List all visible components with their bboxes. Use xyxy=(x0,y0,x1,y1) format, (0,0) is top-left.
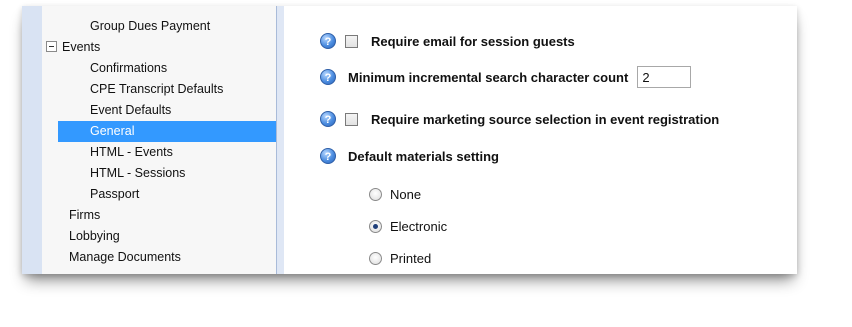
tree-item-manage-documents[interactable]: Manage Documents xyxy=(69,247,181,268)
tree-item-label: Group Dues Payment xyxy=(90,19,211,33)
setting-row-default-materials: ? Default materials setting xyxy=(320,144,499,168)
help-icon[interactable]: ? xyxy=(320,111,336,127)
setting-row-require-marketing: ? Require marketing source selection in … xyxy=(320,107,719,131)
outer-panel-strip xyxy=(22,6,43,274)
setting-row-min-search-count: ? Minimum incremental search character c… xyxy=(320,65,692,89)
tree-item-event-defaults[interactable]: Event Defaults xyxy=(90,100,171,121)
radio-printed[interactable] xyxy=(369,251,382,265)
tree-item-events[interactable]: Events xyxy=(46,37,100,58)
tree-item-label: HTML - Sessions xyxy=(90,166,186,180)
tree-item-label: Lobbying xyxy=(69,229,120,243)
general-settings-panel: ? Require email for session guests ? Min… xyxy=(284,6,797,274)
tree-item-passport[interactable]: Passport xyxy=(90,184,139,205)
radio-option-none[interactable]: None xyxy=(369,182,421,206)
radio-label: None xyxy=(390,186,422,202)
collapse-toggle-icon[interactable] xyxy=(46,41,57,53)
tree-item-cpe-transcript-defaults[interactable]: CPE Transcript Defaults xyxy=(90,79,223,100)
setting-label: Default materials setting xyxy=(348,148,499,164)
tree-item-html-events[interactable]: HTML - Events xyxy=(90,142,173,163)
tree-item-group-dues-payment[interactable]: Group Dues Payment xyxy=(90,16,210,37)
tree-item-label: General xyxy=(90,124,135,138)
setting-label: Minimum incremental search character cou… xyxy=(348,69,629,85)
tree-item-html-sessions[interactable]: HTML - Sessions xyxy=(90,163,185,184)
tree-item-lobbying[interactable]: Lobbying xyxy=(69,226,120,247)
tree-item-label: Event Defaults xyxy=(90,103,172,117)
tree-item-label: Confirmations xyxy=(90,61,168,75)
tree-item-label: Manage Documents xyxy=(69,250,181,264)
radio-option-electronic[interactable]: Electronic xyxy=(369,214,447,238)
help-icon[interactable]: ? xyxy=(320,69,336,85)
radio-electronic[interactable] xyxy=(369,219,382,233)
min-search-count-input[interactable] xyxy=(637,66,692,88)
radio-option-printed[interactable]: Printed xyxy=(369,246,431,270)
settings-tree-sidebar: Group Dues Payment Events Confirmations … xyxy=(42,6,277,274)
require-marketing-checkbox[interactable] xyxy=(345,112,358,126)
tree-item-label: CPE Transcript Defaults xyxy=(90,82,224,96)
tree-item-confirmations[interactable]: Confirmations xyxy=(90,58,167,79)
tree-item-label: HTML - Events xyxy=(90,145,173,159)
help-icon[interactable]: ? xyxy=(320,148,336,164)
tree-item-label: Passport xyxy=(90,187,140,201)
tree-item-label: Firms xyxy=(69,208,101,222)
radio-label: Electronic xyxy=(390,218,448,234)
tree-item-firms[interactable]: Firms xyxy=(69,205,100,226)
radio-none[interactable] xyxy=(369,187,382,201)
setting-label: Require marketing source selection in ev… xyxy=(371,111,720,127)
tree-item-general[interactable]: General xyxy=(58,121,276,142)
tree-item-label: Events xyxy=(62,40,101,54)
help-icon[interactable]: ? xyxy=(320,33,336,49)
setting-row-require-email: ? Require email for session guests xyxy=(320,29,575,53)
radio-label: Printed xyxy=(390,250,432,266)
settings-window: Group Dues Payment Events Confirmations … xyxy=(22,6,797,274)
require-email-checkbox[interactable] xyxy=(345,34,358,48)
setting-label: Require email for session guests xyxy=(371,33,575,49)
